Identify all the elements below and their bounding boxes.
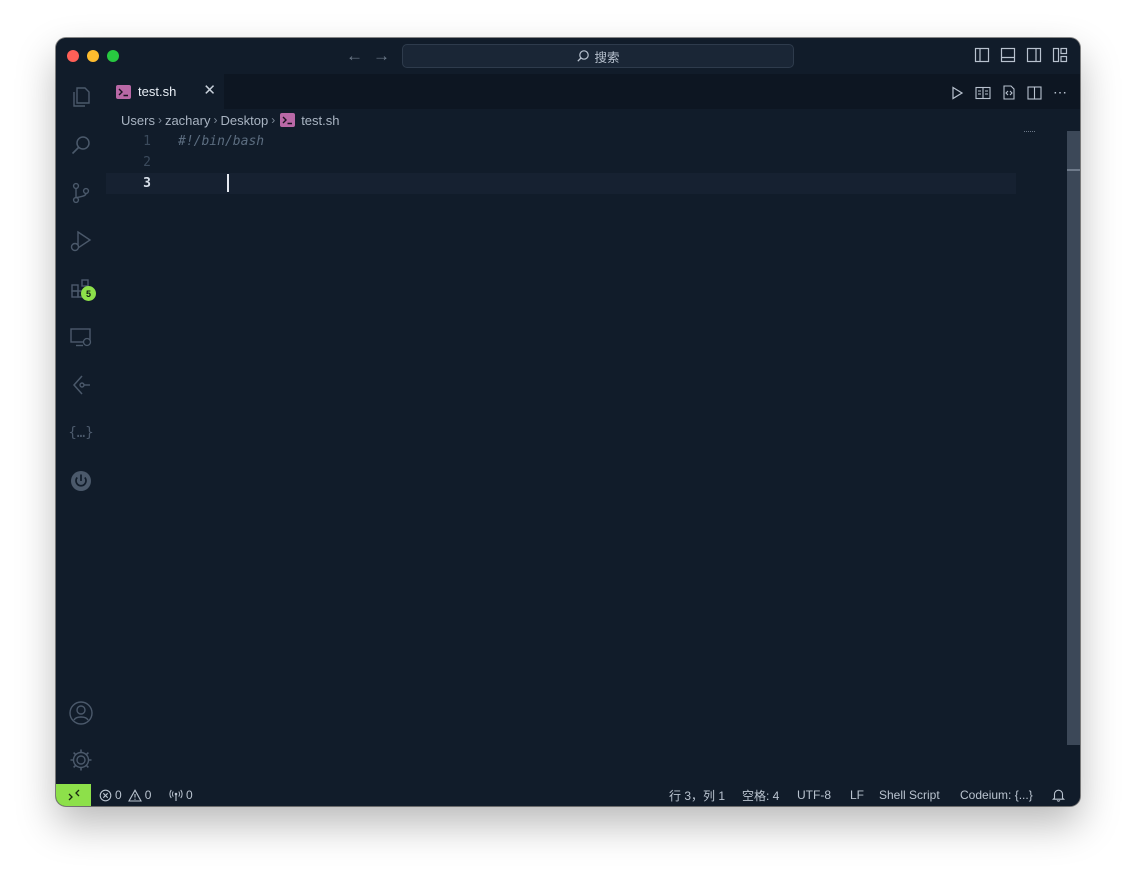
title-bar: ← → 搜索 [56,38,1080,74]
codeium-status[interactable]: Codeium: {...} [960,784,1033,806]
extensions-button[interactable]: 5 [56,269,106,309]
minimap[interactable] [1024,131,1035,134]
chevron-right-icon: › [157,113,162,127]
run-icon[interactable] [950,85,964,100]
run-and-debug-button[interactable] [56,221,106,261]
broadcast-icon [169,789,183,801]
minimize-window-button[interactable] [87,50,99,62]
chevron-right-icon: › [213,113,218,127]
code-editor[interactable]: 1 #!/bin/bash 2 3 [106,131,1067,784]
gitlens-icon [72,375,90,395]
line-number-current: 3 [143,176,151,191]
ports-count: 0 [186,788,193,802]
search-button[interactable] [56,125,106,165]
customize-layout-icon[interactable] [1052,47,1068,63]
search-icon [71,136,90,155]
power-icon [71,471,91,491]
source-control-button[interactable] [56,173,106,213]
close-window-button[interactable] [67,50,79,62]
scrollbar-cursor-marker [1067,169,1080,171]
breadcrumb: Users › zachary › Desktop › test.sh [106,109,1080,131]
search-placeholder: 搜索 [594,50,620,65]
back-arrow-icon[interactable]: ← [346,46,363,66]
end-of-line[interactable]: LF [850,784,864,806]
accounts-button[interactable] [56,693,106,733]
notifications-button[interactable] [1052,784,1065,806]
remote-icon [68,789,79,801]
breadcrumb-zachary[interactable]: zachary [165,113,211,128]
text-cursor [227,174,229,192]
search-icon [577,50,590,62]
indentation[interactable]: 空格: 4 [742,784,779,806]
breadcrumb-users[interactable]: Users [121,113,155,128]
bell-icon [1052,789,1065,802]
explorer-button[interactable] [56,77,106,117]
open-preview-icon[interactable] [975,86,991,100]
activity-bar: 5 {…} [56,74,106,784]
code-text: #!/bin/bash [178,134,265,149]
close-tab-icon[interactable]: ✕ [203,83,216,99]
zoom-window-button[interactable] [107,50,119,62]
compare-file-icon[interactable] [1002,85,1016,100]
source-control-icon [72,182,90,204]
codeium-braces-icon: {…} [68,425,94,441]
codeium-button[interactable]: {…} [56,413,106,453]
scrollbar-thumb[interactable] [1067,131,1080,745]
language-mode[interactable]: Shell Script [879,784,940,806]
tab-test-sh[interactable]: test.sh ✕ [106,74,224,109]
toggle-secondary-sidebar-icon[interactable] [1026,47,1042,63]
code-line: 2 [106,152,1016,173]
error-icon [99,789,112,801]
manage-button[interactable] [56,740,106,780]
warning-icon [127,788,142,802]
chevron-right-icon: › [271,113,276,127]
code-line: 1 #!/bin/bash [106,131,1016,152]
gear-icon [70,749,92,771]
run-debug-icon [70,230,92,252]
command-center-search[interactable]: 搜索 [402,44,794,68]
account-icon [69,701,93,725]
error-count: 0 [115,788,122,802]
gitlens-button[interactable] [56,365,106,405]
tab-label: test.sh [138,84,177,99]
breadcrumb-desktop[interactable]: Desktop [220,113,268,128]
editor-tabs: test.sh ✕ ⋯ [106,74,1080,109]
spring-boot-button[interactable] [56,461,106,501]
extensions-badge: 5 [81,286,96,301]
toggle-primary-sidebar-icon[interactable] [974,47,990,63]
status-bar: 0 0 0 行 3，列 1 空格: 4 UTF-8 LF Shell Scrip… [56,784,1080,806]
remote-explorer-icon [70,328,92,347]
encoding[interactable]: UTF-8 [797,784,831,806]
line-number: 1 [143,134,151,149]
warning-count: 0 [144,788,152,802]
shell-file-icon [116,84,131,99]
shell-file-icon [280,113,296,127]
remote-explorer-button[interactable] [56,317,106,357]
more-actions-icon[interactable]: ⋯ [1053,84,1068,101]
forward-arrow-icon[interactable]: → [373,46,390,66]
files-icon [73,87,90,107]
vscode-window: ← → 搜索 5 {…} test.sh ✕ ⋯ Users › zachary… [56,38,1080,806]
breadcrumb-file[interactable]: test.sh [301,113,339,128]
code-line-current: 3 [106,173,1016,194]
split-editor-icon[interactable] [1027,85,1042,100]
toggle-panel-icon[interactable] [1000,47,1016,63]
remote-indicator-button[interactable] [56,784,91,806]
cursor-position[interactable]: 行 3，列 1 [669,784,725,806]
problems-indicator[interactable]: 0 0 [99,784,151,806]
ports-indicator[interactable]: 0 [169,784,193,806]
line-number: 2 [143,155,151,170]
